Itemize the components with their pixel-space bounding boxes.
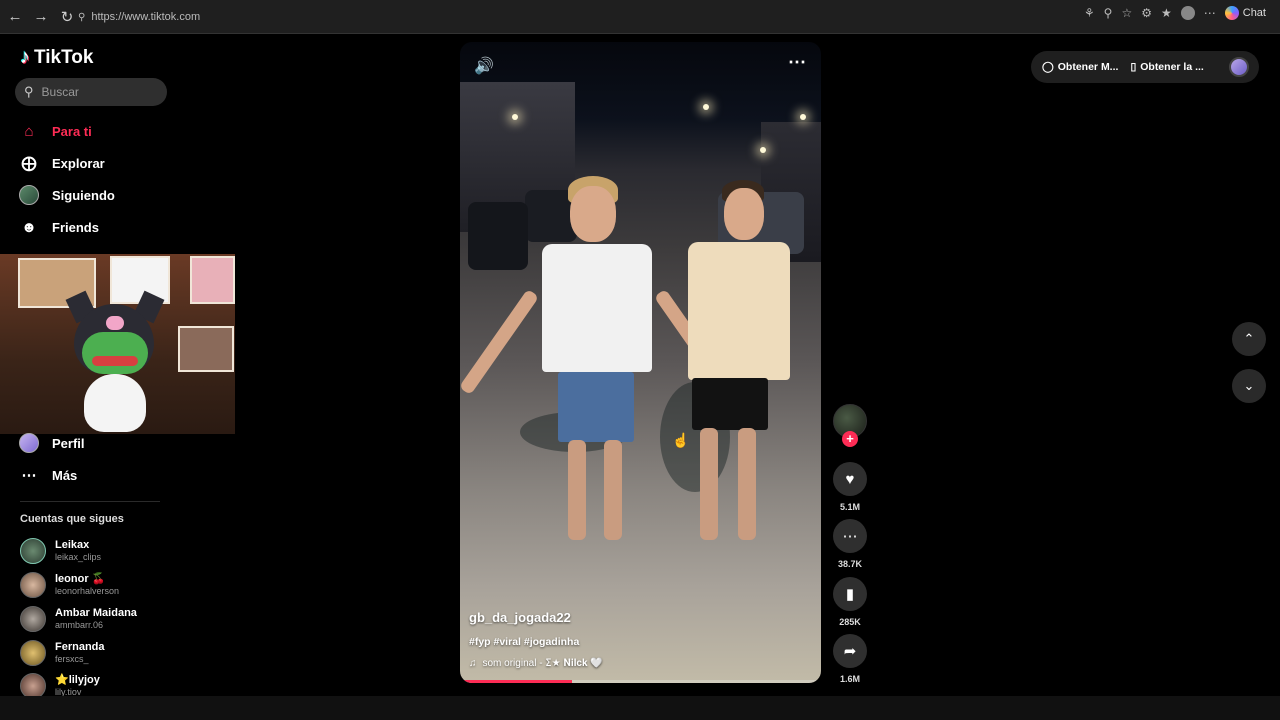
url-text: https://www.tiktok.com — [91, 11, 201, 23]
friends-icon: ☻ — [21, 218, 37, 236]
street-light — [703, 104, 709, 110]
video-progress-bar[interactable] — [460, 680, 821, 683]
avatar — [20, 538, 46, 564]
more-options-icon[interactable]: ⋯ — [788, 52, 807, 73]
kuromi-pepe-character — [62, 290, 167, 434]
previous-video-button[interactable]: ⌃ — [1232, 322, 1266, 356]
profile-avatar[interactable] — [1180, 6, 1195, 20]
street-light — [800, 114, 806, 120]
profile-avatar[interactable] — [1229, 57, 1249, 77]
avatar — [20, 640, 46, 666]
comment-action[interactable]: ⋯ 38.7K — [832, 519, 868, 569]
forward-icon[interactable]: → — [30, 6, 52, 28]
boy-right — [684, 172, 804, 552]
following-section-title: Cuentas que sigues — [20, 513, 124, 525]
like-count: 5.1M — [839, 502, 860, 512]
next-video-button[interactable]: ⌄ — [1232, 369, 1266, 403]
top-actions-pill: ◯ Obtener M... ▯ Obtener la ... — [1031, 51, 1259, 83]
divider — [20, 501, 160, 502]
share-icon[interactable]: ➦ — [833, 634, 867, 668]
video-hashtags[interactable]: #fyp #viral #jogadinha — [469, 636, 579, 648]
bookmark-icon[interactable]: ▮ — [833, 577, 867, 611]
search-box[interactable]: ⚲ — [15, 78, 167, 106]
boy-left — [460, 172, 735, 552]
heart-icon[interactable]: ♥ — [833, 462, 867, 496]
photo-frame — [178, 326, 234, 372]
compass-icon: ⨁ — [21, 155, 37, 172]
chevron-down-icon: ⌄ — [1243, 378, 1255, 393]
music-note-icon: ♫ — [469, 658, 477, 669]
video-music[interactable]: ♫ som original - ⵉ★ 𝐍𝐢𝐥𝐜𝐤 🤍 — [469, 658, 603, 669]
stream-overlay-image — [0, 254, 235, 434]
follow-plus-icon[interactable]: + — [842, 431, 858, 447]
street-light — [512, 114, 518, 120]
address-bar[interactable]: ⚲ https://www.tiktok.com — [78, 7, 1078, 27]
sidebar-item-explorar[interactable]: ⨁ Explorar — [18, 152, 105, 174]
volume-icon[interactable]: 🔊 — [474, 56, 494, 76]
progress-fill — [460, 680, 572, 683]
sidebar-item-para-ti[interactable]: ⌂ Para ti — [18, 120, 91, 142]
following-account[interactable]: Fernanda fersxcs_ — [20, 640, 105, 666]
home-icon: ⌂ — [24, 122, 34, 140]
avatar — [20, 572, 46, 598]
following-account[interactable]: Leikax leikax_clips — [20, 538, 101, 564]
following-account[interactable]: leonor 🍒 leonorhalverson — [20, 572, 119, 598]
mouse-cursor-icon: ☝ — [672, 432, 690, 448]
street-light — [760, 147, 766, 153]
reload-icon[interactable]: ↻ — [56, 6, 78, 28]
more-icon: ⋯ — [21, 467, 37, 484]
sidebar-item-perfil[interactable]: Perfil — [18, 432, 85, 454]
following-account[interactable]: Ambar Maidana ammbarr.06 — [20, 606, 137, 632]
like-action[interactable]: ♥ 5.1M — [832, 462, 868, 512]
comment-count: 38.7K — [837, 559, 863, 569]
tiktok-note-icon: ♪ — [20, 46, 30, 68]
menu-dots-icon[interactable]: ⋯ — [1204, 6, 1216, 20]
save-count: 285K — [839, 617, 861, 627]
search-input[interactable] — [41, 85, 152, 99]
video-author[interactable]: gb_da_jogada22 — [469, 610, 571, 625]
sidebar-item-friends[interactable]: ☻ Friends — [18, 216, 99, 238]
back-icon[interactable]: ← — [4, 6, 26, 28]
comment-icon[interactable]: ⋯ — [833, 519, 867, 553]
share-count: 1.6M — [839, 674, 860, 684]
tiktok-logo[interactable]: ♪ TikTok — [20, 46, 93, 69]
favorites-icon[interactable]: ★ — [1161, 6, 1172, 20]
motorcycle — [468, 202, 528, 270]
sidebar-item-siguiendo[interactable]: Siguiendo — [18, 184, 115, 206]
avatar — [19, 433, 39, 453]
chevron-up-icon: ⌃ — [1243, 331, 1255, 346]
translate-icon[interactable]: ⚘ — [1084, 6, 1095, 20]
poster-frame — [190, 256, 235, 304]
search-icon: ⚲ — [24, 84, 34, 99]
avatar — [19, 185, 39, 205]
tiktok-app: ♪ TikTok ⚲ ⌂ Para ti ⨁ Explorar Siguiend… — [0, 34, 1280, 699]
copilot-icon — [1224, 6, 1239, 20]
browser-actions: ⚘ ⚲ ☆ ⚙ ★ ⋯ Chat — [1084, 6, 1266, 20]
sidebar-item-mas[interactable]: ⋯ Más — [18, 464, 78, 486]
taskbar-strip — [0, 696, 1280, 720]
favorite-star-icon[interactable]: ☆ — [1121, 6, 1132, 20]
avatar — [20, 606, 46, 632]
browser-toolbar: ← → ↻ ⚲ https://www.tiktok.com ⚘ ⚲ ☆ ⚙ ★… — [0, 0, 1280, 34]
coin-icon: ◯ — [1042, 61, 1054, 73]
video-player[interactable]: 🔊 ⋯ ☝ gb_da_jogada22 #fyp #viral #jogadi… — [460, 42, 821, 683]
save-action[interactable]: ▮ 285K — [832, 577, 868, 627]
zoom-icon[interactable]: ⚲ — [1104, 6, 1113, 20]
get-coins-button[interactable]: ◯ Obtener M... — [1042, 61, 1118, 73]
get-app-button[interactable]: ▯ Obtener la ... — [1130, 61, 1203, 73]
chat-button[interactable]: Chat — [1224, 6, 1266, 20]
phone-icon: ▯ — [1130, 61, 1137, 73]
lock-icon: ⚲ — [78, 11, 86, 23]
extensions-icon[interactable]: ⚙ — [1141, 6, 1152, 20]
share-action[interactable]: ➦ 1.6M — [832, 634, 868, 684]
